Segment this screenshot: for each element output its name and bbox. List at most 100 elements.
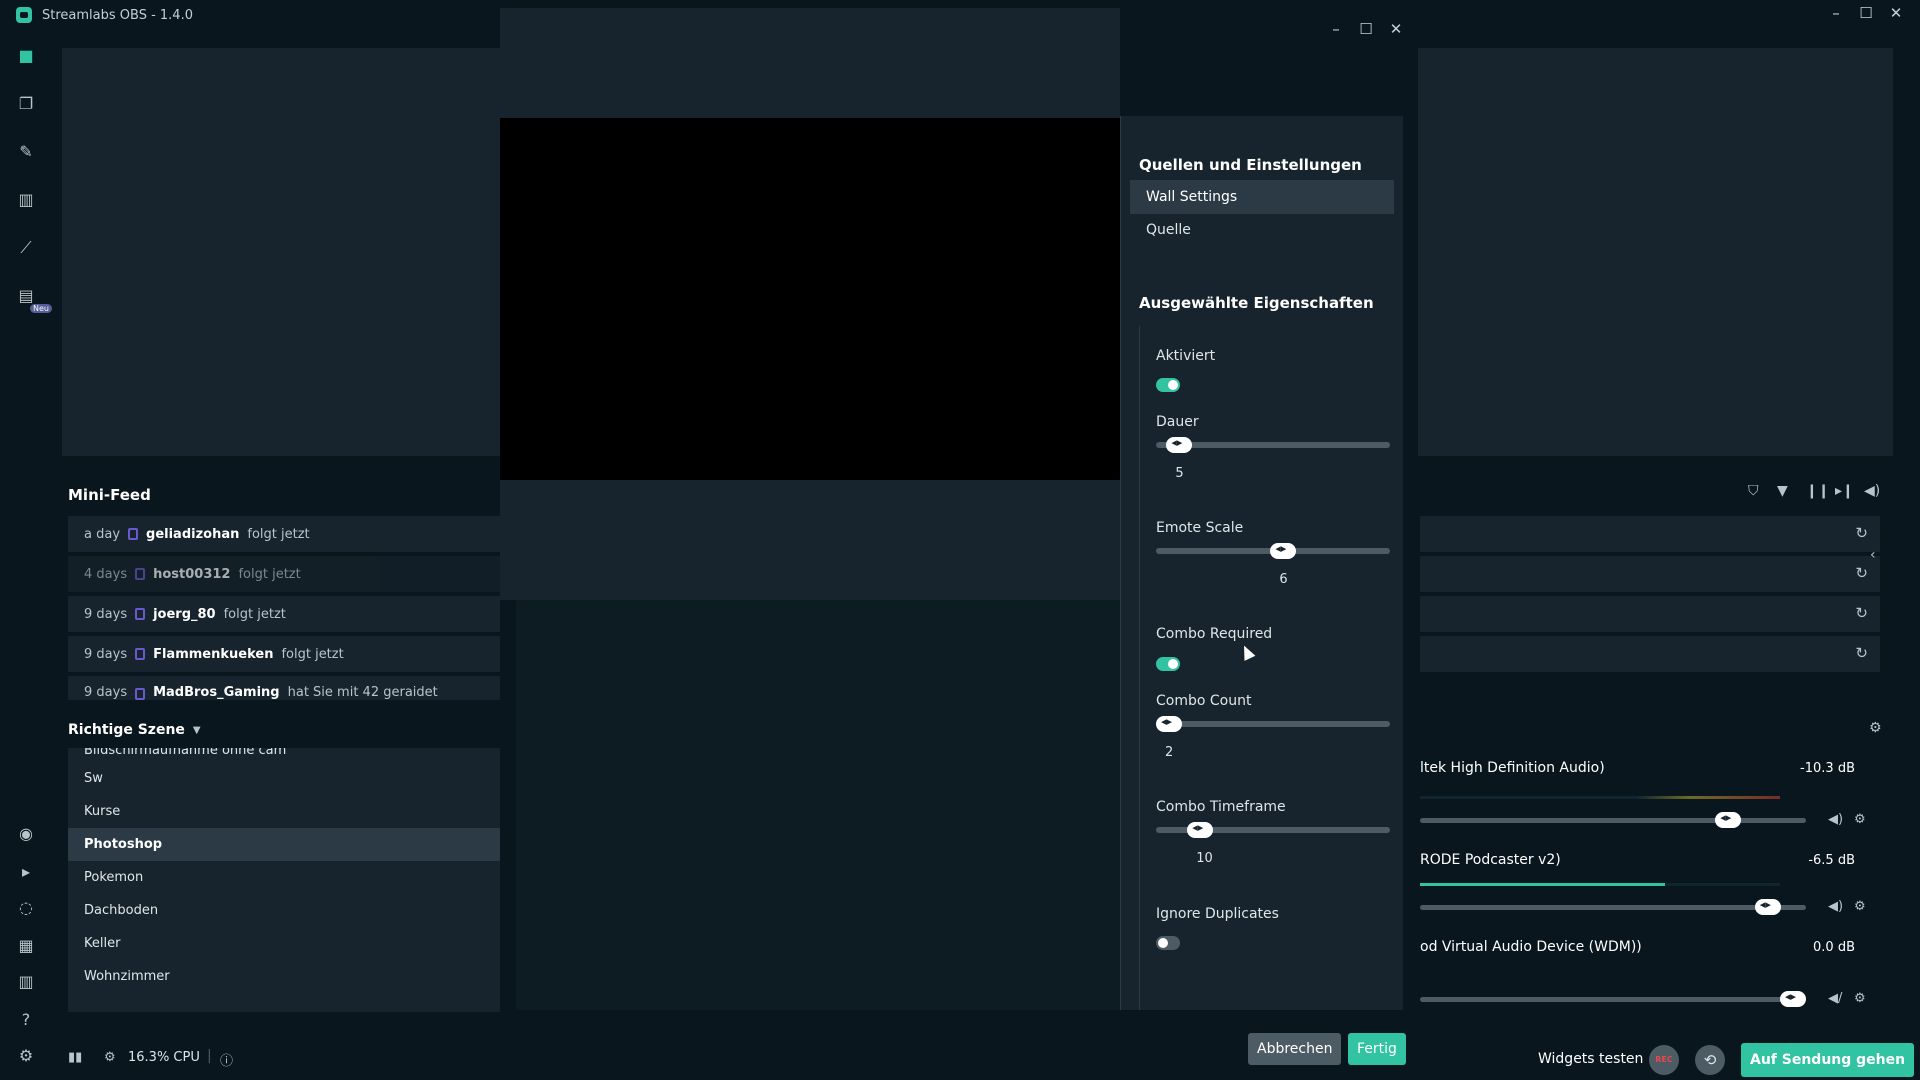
layout-icon[interactable]: ❐	[16, 94, 36, 114]
editor-preview-right	[1418, 48, 1893, 456]
replay-icon[interactable]: ↻	[1855, 564, 1868, 582]
speaker-icon[interactable]: ◀)	[1828, 812, 1843, 827]
go-live-button[interactable]: Auf Sendung gehen	[1741, 1043, 1915, 1077]
store-icon[interactable]: ▥	[16, 190, 36, 210]
dashboard-chart-icon[interactable]: ⟋	[16, 238, 36, 258]
ignore-duplicates-toggle[interactable]	[1156, 936, 1180, 950]
tab-wall-settings[interactable]: Wall Settings	[1130, 180, 1394, 214]
speaker-icon[interactable]: ◀)	[1828, 899, 1843, 914]
record-button[interactable]: REC	[1649, 1045, 1679, 1075]
shield-icon[interactable]: ⛉	[1748, 483, 1759, 499]
chat-icon[interactable]: ◌	[16, 898, 36, 918]
volume-icon[interactable]: ◀)	[1864, 483, 1880, 499]
widget-preview	[500, 118, 1120, 480]
scene-item[interactable]: Keller	[68, 927, 500, 960]
replay-icon[interactable]: ↻	[1855, 604, 1868, 622]
scene-item[interactable]: Bildschirmaufnahme ohne cam	[68, 748, 500, 762]
volume-slider-knob[interactable]	[1754, 898, 1781, 915]
scene-item[interactable]: Photoshop	[68, 828, 500, 861]
volume-slider-knob[interactable]	[1780, 990, 1806, 1007]
settings-panel: Quellen und Einstellungen Wall Settings …	[1120, 116, 1403, 1010]
skip-icon[interactable]: ▸❙	[1835, 483, 1854, 499]
highlighter-icon[interactable]: ▤	[16, 286, 36, 306]
mixer-source-name: od Virtual Audio Device (WDM))	[1420, 939, 1642, 955]
scene-item[interactable]: Sw	[68, 762, 500, 795]
volume-slider-knob[interactable]	[1715, 811, 1742, 828]
feed-row[interactable]: 9 days MadBros_Gaming hat Sie mit 42 ger…	[68, 676, 500, 700]
speaker-muted-icon[interactable]: ◀/	[1828, 991, 1842, 1006]
volume-slider[interactable]	[1420, 818, 1806, 823]
themes-brush-icon[interactable]: ✎	[16, 142, 36, 162]
chevron-left-icon[interactable]: ‹	[1870, 547, 1876, 563]
combo-count-slider-knob[interactable]	[1156, 715, 1182, 732]
scene-item[interactable]: Dachboden	[68, 894, 500, 927]
editor-camera-icon[interactable]: ■	[16, 46, 36, 66]
replay-icon[interactable]: ↻	[1855, 524, 1868, 542]
close-icon[interactable]: ✕	[1385, 20, 1407, 38]
emote-scale-label: Emote Scale	[1156, 520, 1244, 536]
modal-top-area	[500, 8, 1120, 118]
mini-feed-title: Mini-Feed	[68, 486, 151, 504]
done-button[interactable]: Fertig	[1348, 1033, 1406, 1065]
streamlabs-logo-icon	[16, 7, 32, 23]
tab-source[interactable]: Quelle	[1130, 213, 1394, 247]
gear-icon[interactable]: ⚙	[1854, 991, 1866, 1006]
cpu-gear-icon: ⚙	[104, 1050, 116, 1065]
volume-slider[interactable]	[1420, 905, 1806, 910]
stats-bar-chart-icon[interactable]: ▮▮	[68, 1050, 82, 1065]
new-badge: Neu	[30, 304, 52, 313]
feed-row[interactable]: 4 days host00312 folgt jetzt	[68, 556, 500, 592]
combo-count-label: Combo Count	[1156, 693, 1252, 709]
feed-row[interactable]: 9 days joerg_80 folgt jetzt	[68, 596, 500, 632]
replay-icon[interactable]: ↻	[1855, 644, 1868, 662]
combo-required-toggle[interactable]	[1156, 657, 1180, 671]
ignore-duplicates-label: Ignore Duplicates	[1156, 906, 1279, 922]
maximize-icon[interactable]: ☐	[1355, 20, 1377, 38]
close-icon[interactable]: ✕	[1885, 4, 1907, 22]
apps-grid-icon[interactable]: ▦	[16, 936, 36, 956]
replay-buffer-icon[interactable]: ⟲	[1695, 1045, 1725, 1075]
duration-slider-knob[interactable]	[1166, 436, 1193, 453]
scene-item[interactable]: Wohnzimmer	[68, 960, 500, 993]
prime-icon[interactable]: ◉	[16, 824, 36, 844]
filter-icon[interactable]: ▼	[1777, 483, 1788, 499]
library-icon[interactable]: ▥	[16, 972, 36, 992]
audio-meter	[1420, 796, 1780, 799]
widgets-test-button[interactable]: Widgets testen	[1538, 1051, 1643, 1067]
combo-timeframe-value: 10	[1196, 851, 1213, 866]
activity-row[interactable]: ↻	[1420, 516, 1880, 552]
settings-gear-icon[interactable]: ⚙	[16, 1046, 36, 1066]
emote-scale-slider-knob[interactable]	[1270, 542, 1297, 559]
feed-row[interactable]: a day geliadizohan folgt jetzt	[68, 516, 500, 552]
combo-count-value: 2	[1165, 745, 1174, 760]
combo-count-slider[interactable]	[1156, 721, 1390, 727]
activity-row[interactable]: ↻	[1420, 596, 1880, 632]
activity-list: ↻ ↻ ↻ ↻	[1420, 516, 1880, 676]
cancel-button[interactable]: Abbrechen	[1248, 1033, 1342, 1065]
scene-item[interactable]: Pokemon	[68, 861, 500, 894]
feed-row[interactable]: 9 days Flammenkueken folgt jetzt	[68, 636, 500, 672]
left-nav: ■ ❐ ✎ ▥ ⟋ ▤ Neu ◉ ▸ ◌ ▦ ▥ ? ⚙	[0, 30, 52, 1080]
scene-collection-dropdown[interactable]: Richtige Szene ▼	[68, 722, 201, 738]
maximize-icon[interactable]: ☐	[1855, 4, 1877, 22]
activity-row[interactable]: ↻	[1420, 556, 1880, 592]
help-icon[interactable]: ?	[16, 1010, 36, 1030]
gear-icon[interactable]: ⚙	[1854, 812, 1866, 827]
activity-toolbar: ⛉ ▼ ❙❙ ▸❙ ◀)	[1420, 477, 1890, 511]
enabled-toggle[interactable]	[1156, 378, 1180, 392]
minimize-icon[interactable]: –	[1325, 20, 1347, 38]
duration-label: Dauer	[1156, 414, 1199, 430]
volume-slider[interactable]	[1420, 997, 1806, 1002]
pause-icon[interactable]: ❙❙	[1806, 483, 1829, 499]
info-icon[interactable]: ⓘ	[220, 1050, 233, 1069]
minimize-icon[interactable]: –	[1825, 4, 1847, 22]
enabled-label: Aktiviert	[1156, 348, 1216, 364]
divider: |	[207, 1048, 212, 1064]
play-icon[interactable]: ▸	[16, 862, 36, 882]
mixer-db-value: 0.0 dB	[1813, 940, 1855, 955]
scene-item[interactable]: Kurse	[68, 795, 500, 828]
combo-timeframe-slider-knob[interactable]	[1187, 821, 1214, 838]
selected-properties-heading: Ausgewählte Eigenschaften	[1139, 294, 1374, 312]
activity-row[interactable]: ↻	[1420, 636, 1880, 672]
gear-icon[interactable]: ⚙	[1854, 899, 1866, 914]
